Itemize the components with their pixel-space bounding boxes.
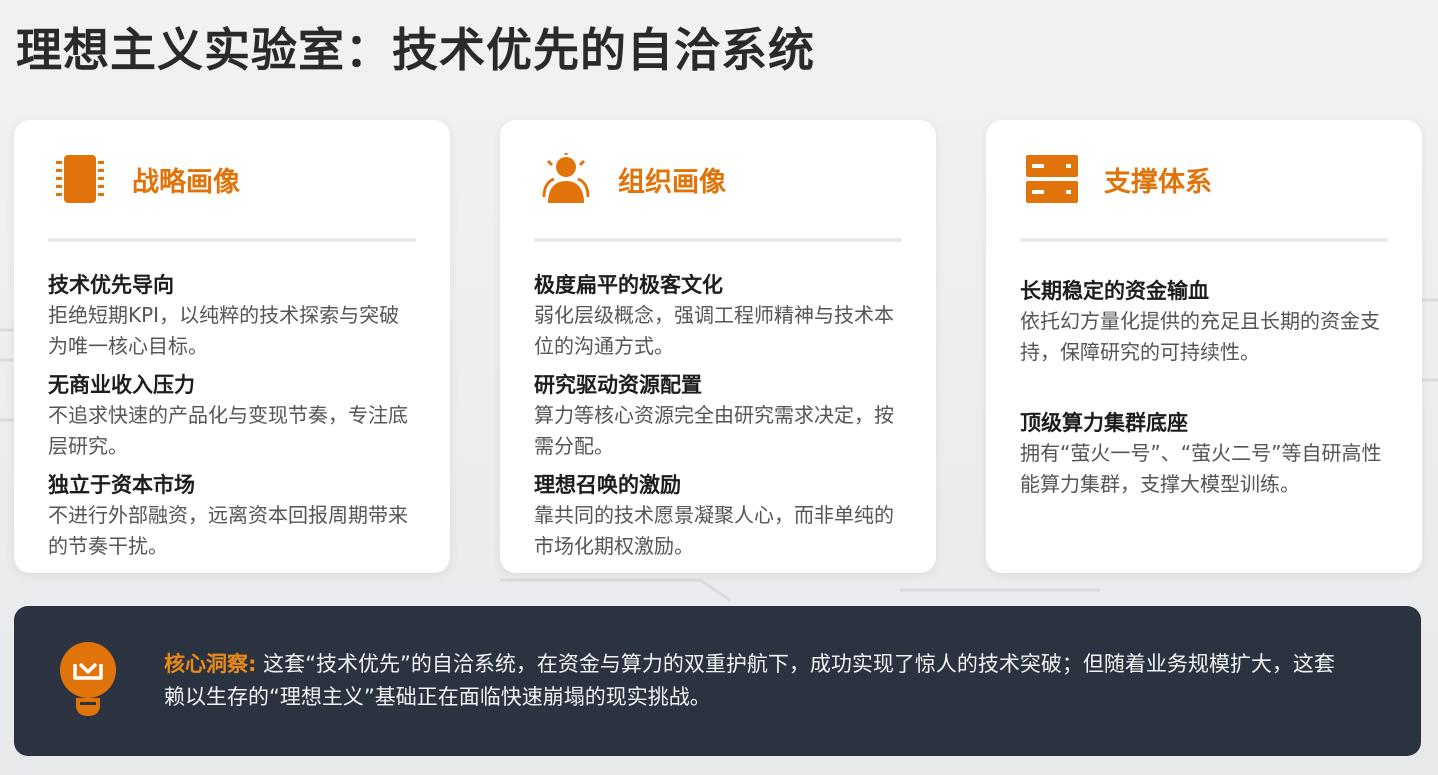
list-item: 独立于资本市场 不进行外部融资，远离资本回报周期带来的节奏干扰。	[48, 470, 416, 562]
item-desc: 不进行外部融资，远离资本回报周期带来的节奏干扰。	[48, 503, 408, 558]
item-title: 顶级算力集群底座	[1020, 411, 1188, 435]
item-desc: 不追求快速的产品化与变现节奏，专注底层研究。	[48, 403, 408, 458]
item-desc: 算力等核心资源完全由研究需求决定，按需分配。	[534, 403, 894, 458]
item-desc: 弱化层级概念，强调工程师精神与技术本位的沟通方式。	[534, 303, 894, 358]
item-desc: 靠共同的技术愿景凝聚人心，而非单纯的市场化期权激励。	[534, 503, 894, 558]
list-item: 理想召唤的激励 靠共同的技术愿景凝聚人心，而非单纯的市场化期权激励。	[534, 470, 902, 562]
item-desc: 拥有“萤火一号”、“萤火二号”等自研高性能算力集群，支撑大模型训练。	[1020, 441, 1382, 496]
insight-label: 核心洞察:	[164, 652, 257, 676]
card-divider	[1020, 238, 1388, 242]
card-divider	[534, 238, 902, 242]
card-divider	[48, 238, 416, 242]
item-title: 无商业收入压力	[48, 373, 195, 397]
card-title: 支撑体系	[1104, 166, 1212, 198]
list-item: 顶级算力集群底座 拥有“萤火一号”、“萤火二号”等自研高性能算力集群，支撑大模型…	[1020, 408, 1388, 500]
lightbulb-icon	[60, 642, 116, 716]
item-title: 技术优先导向	[48, 273, 174, 297]
insight-panel: 核心洞察: 这套“技术优先”的自洽系统，在资金与算力的双重护航下，成功实现了惊人…	[14, 606, 1421, 756]
item-title: 极度扁平的极客文化	[534, 273, 723, 297]
list-item: 无商业收入压力 不追求快速的产品化与变现节奏，专注底层研究。	[48, 370, 416, 462]
list-item: 研究驱动资源配置 算力等核心资源完全由研究需求决定，按需分配。	[534, 370, 902, 462]
item-title: 长期稳定的资金输血	[1020, 279, 1209, 303]
insight-body: 这套“技术优先”的自洽系统，在资金与算力的双重护航下，成功实现了惊人的技术突破；…	[164, 652, 1335, 709]
card-organization: 组织画像 极度扁平的极客文化 弱化层级概念，强调工程师精神与技术本位的沟通方式。…	[500, 120, 936, 573]
item-title: 研究驱动资源配置	[534, 373, 702, 397]
list-item: 极度扁平的极客文化 弱化层级概念，强调工程师精神与技术本位的沟通方式。	[534, 270, 902, 362]
card-title: 组织画像	[618, 166, 726, 198]
card-support: 支撑体系 长期稳定的资金输血 依托幻方量化提供的充足且长期的资金支持，保障研究的…	[986, 120, 1422, 573]
item-desc: 拒绝短期KPI，以纯粹的技术探索与突破为唯一核心目标。	[48, 303, 400, 358]
item-title: 理想召唤的激励	[534, 473, 681, 497]
item-desc: 依托幻方量化提供的充足且长期的资金支持，保障研究的可持续性。	[1020, 309, 1380, 364]
card-strategy: 战略画像 技术优先导向 拒绝短期KPI，以纯粹的技术探索与突破为唯一核心目标。 …	[14, 120, 450, 573]
page-title: 理想主义实验室：技术优先的自洽系统	[16, 23, 815, 77]
list-item: 长期稳定的资金输血 依托幻方量化提供的充足且长期的资金支持，保障研究的可持续性。	[1020, 276, 1388, 368]
server-icon	[1026, 155, 1078, 203]
list-item: 技术优先导向 拒绝短期KPI，以纯粹的技术探索与突破为唯一核心目标。	[48, 270, 416, 362]
card-title: 战略画像	[132, 166, 240, 198]
insight-text: 核心洞察: 这套“技术优先”的自洽系统，在资金与算力的双重护航下，成功实现了惊人…	[164, 648, 1354, 714]
item-title: 独立于资本市场	[48, 473, 195, 497]
chip-icon	[56, 155, 104, 203]
person-icon	[542, 153, 590, 203]
